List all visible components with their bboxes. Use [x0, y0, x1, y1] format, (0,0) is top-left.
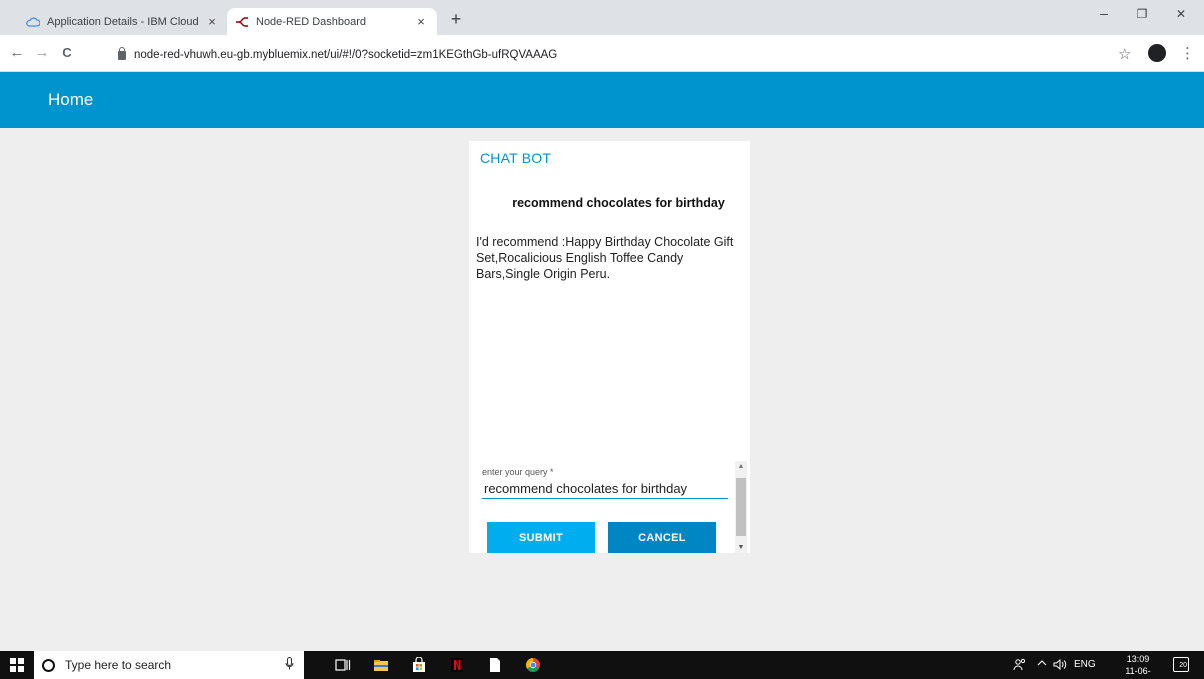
notification-center-icon[interactable]: 20	[1173, 657, 1189, 672]
tab-title: Node-RED Dashboard	[256, 15, 367, 28]
dashboard-content: CHAT BOT recommend chocolates for birthd…	[0, 128, 1204, 651]
chat-bot-card: CHAT BOT recommend chocolates for birthd…	[469, 141, 750, 553]
chrome-icon[interactable]	[525, 657, 541, 673]
scroll-thumb[interactable]	[736, 478, 746, 536]
url-text: node-red-vhuwh.eu-gb.mybluemix.net/ui/#!…	[134, 49, 558, 61]
notification-count: 20	[1179, 662, 1187, 669]
people-icon[interactable]	[1013, 658, 1027, 674]
query-input[interactable]	[482, 479, 728, 499]
tab-ibm-cloud[interactable]: Application Details - IBM Cloud ×	[18, 8, 228, 35]
menu-kebab-icon[interactable]: ⋮	[1180, 44, 1195, 62]
dashboard-header: Home	[0, 72, 1204, 128]
address-bar[interactable]: node-red-vhuwh.eu-gb.mybluemix.net/ui/#!…	[118, 46, 558, 61]
tab-node-red-dashboard[interactable]: Node-RED Dashboard ×	[227, 8, 437, 35]
tab-title: Application Details - IBM Cloud	[47, 15, 199, 28]
browser-tab-strip: Application Details - IBM Cloud × Node-R…	[0, 0, 1204, 35]
bot-answer: I'd recommend :Happy Birthday Chocolate …	[476, 235, 734, 281]
page-title: Home	[48, 90, 94, 109]
scroll-down-icon[interactable]: ▼	[736, 544, 746, 551]
microphone-icon[interactable]	[280, 657, 298, 673]
tray-chevron-up-icon[interactable]	[1037, 659, 1047, 670]
taskbar-clock[interactable]: 13:09 11-06-2020	[1118, 653, 1158, 679]
maximize-button[interactable]: ❐	[1127, 7, 1157, 21]
cortana-circle-icon	[42, 658, 55, 672]
cancel-button[interactable]: CANCEL	[608, 522, 716, 553]
lock-icon	[118, 46, 126, 60]
browser-toolbar: ← → C node-red-vhuwh.eu-gb.mybluemix.net…	[0, 35, 1204, 72]
reload-button[interactable]: C	[56, 45, 78, 60]
tab-close-icon[interactable]: ×	[413, 14, 429, 29]
card-title: CHAT BOT	[480, 150, 552, 166]
windows-start-icon[interactable]	[10, 658, 24, 672]
node-red-icon	[235, 15, 249, 29]
scrollbar[interactable]: ▲ ▼	[735, 461, 747, 553]
back-button[interactable]: ←	[6, 44, 28, 61]
tab-close-icon[interactable]: ×	[204, 14, 220, 29]
file-explorer-icon[interactable]	[373, 657, 389, 673]
task-view-icon[interactable]	[335, 657, 351, 673]
document-icon[interactable]	[487, 657, 503, 673]
search-placeholder: Type here to search	[65, 658, 172, 672]
new-tab-button[interactable]: +	[444, 9, 468, 30]
user-question: recommend chocolates for birthday	[512, 196, 725, 210]
submit-button[interactable]: SUBMIT	[487, 522, 595, 553]
bookmark-star-icon[interactable]: ☆	[1118, 45, 1131, 63]
clock-date: 11-06-2020	[1125, 666, 1151, 679]
close-window-button[interactable]: ✕	[1166, 7, 1196, 21]
microsoft-store-icon[interactable]	[411, 656, 427, 673]
windows-taskbar: Type here to search ENG 13:09 11-06-2020…	[0, 651, 1204, 679]
forward-button[interactable]: →	[31, 44, 53, 61]
volume-icon[interactable]	[1053, 658, 1069, 673]
query-label: enter your query *	[482, 467, 554, 477]
minimize-button[interactable]: –	[1089, 5, 1119, 21]
clock-time: 13:09	[1126, 654, 1150, 664]
ibm-cloud-icon	[26, 15, 40, 29]
language-indicator[interactable]: ENG	[1074, 659, 1096, 670]
profile-avatar[interactable]	[1148, 44, 1166, 62]
scroll-up-icon[interactable]: ▲	[736, 463, 746, 470]
taskbar-search[interactable]: Type here to search	[34, 651, 304, 679]
netflix-icon[interactable]	[449, 657, 465, 673]
